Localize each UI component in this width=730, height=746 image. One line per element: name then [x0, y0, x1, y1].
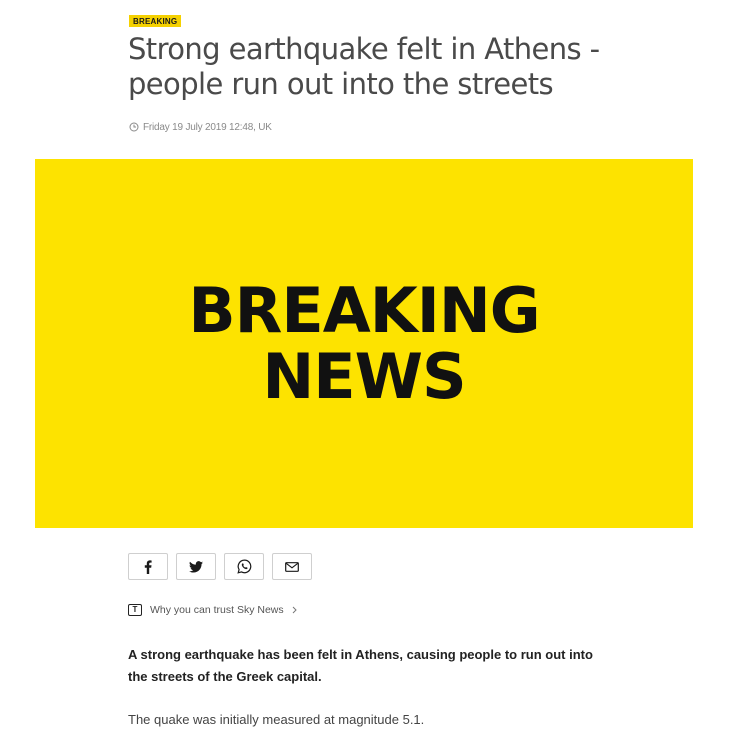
hero-line-1: BREAKING [188, 273, 540, 347]
share-facebook-button[interactable] [128, 553, 168, 580]
trust-label[interactable]: Why you can trust Sky News [150, 604, 284, 616]
article-paragraph: The quake was initially measured at magn… [128, 712, 425, 727]
share-twitter-button[interactable] [176, 553, 216, 580]
share-email-button[interactable] [272, 553, 312, 580]
headline: Strong earthquake felt in Athens - peopl… [128, 32, 600, 101]
share-bar [128, 553, 312, 580]
dateline: Friday 19 July 2019 12:48, UK [129, 120, 272, 134]
trust-link[interactable]: T Why you can trust Sky News [128, 602, 297, 618]
hero-image: BREAKING NEWS [35, 159, 693, 528]
chevron-right-icon [292, 606, 297, 614]
twitter-icon [189, 560, 203, 573]
clock-icon [129, 122, 139, 132]
hero-text: BREAKING NEWS [188, 273, 540, 413]
facebook-icon [144, 559, 152, 574]
article: BREAKING Strong earthquake felt in Athen… [0, 0, 730, 746]
email-icon [285, 561, 299, 572]
share-whatsapp-button[interactable] [224, 553, 264, 580]
hero-line-2: NEWS [262, 339, 466, 413]
whatsapp-icon [236, 559, 251, 574]
date-text: Friday 19 July 2019 12:48, UK [143, 121, 272, 133]
breaking-badge: BREAKING [129, 15, 182, 27]
trust-icon: T [128, 604, 142, 616]
article-lede: A strong earthquake has been felt in Ath… [128, 647, 593, 684]
